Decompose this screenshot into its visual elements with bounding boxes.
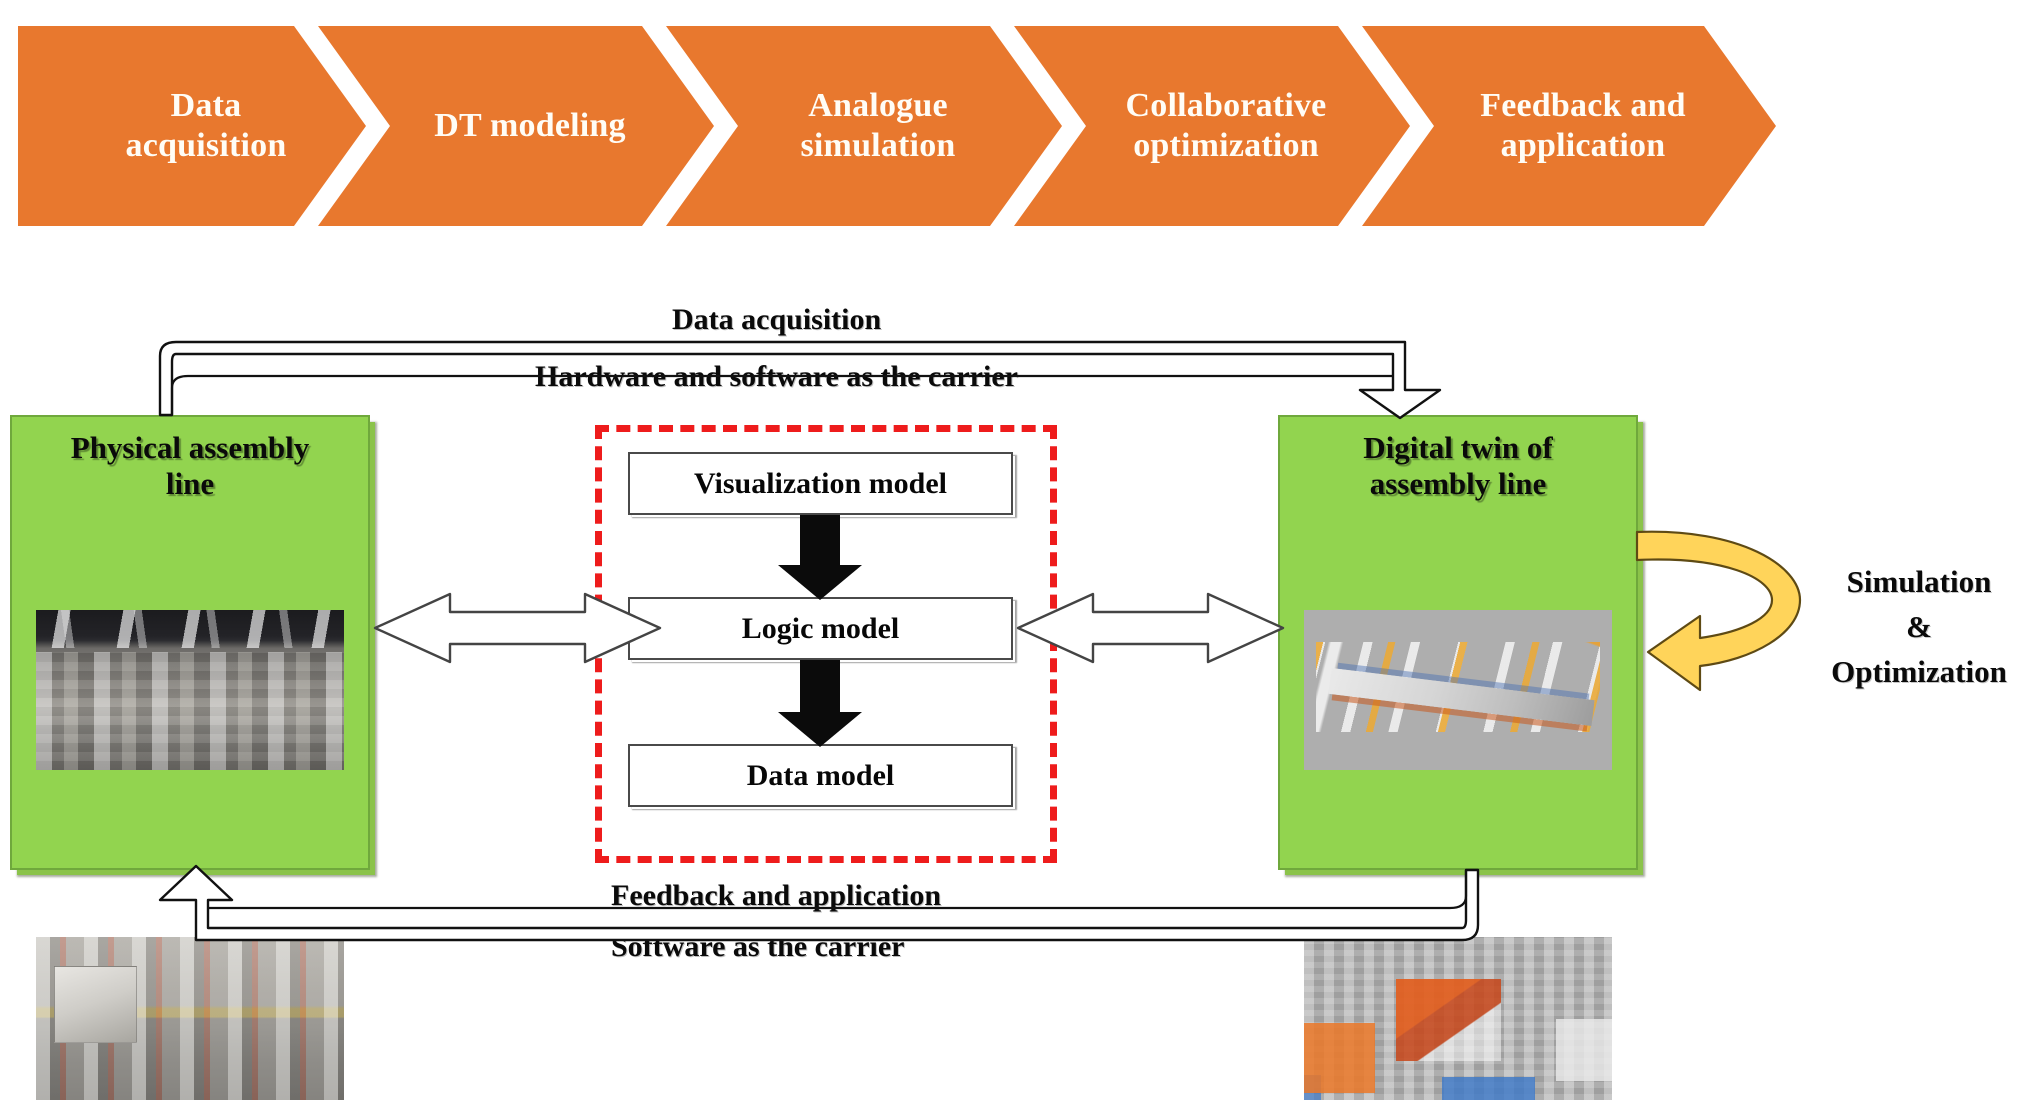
top-flow-label-primary: Data acquisition bbox=[672, 303, 882, 336]
process-step-analogue-simulation[interactable]: Analogue simulation bbox=[666, 26, 1062, 226]
top-flow-label-secondary: Hardware and software as the carrier bbox=[535, 360, 1018, 393]
diagram-canvas: Data acquisition DT modeling Analogue si… bbox=[0, 0, 2041, 1100]
robot-cell-photo bbox=[36, 936, 344, 1100]
process-step-label: Collaborative optimization bbox=[1125, 86, 1327, 164]
physical-assembly-line-box[interactable]: Physical assembly line bbox=[10, 415, 370, 1100]
physical-assembly-line-title: Physical assembly line bbox=[70, 430, 310, 501]
process-step-data-acquisition[interactable]: Data acquisition bbox=[18, 26, 366, 226]
process-step-label: DT modeling bbox=[434, 106, 626, 144]
data-model-label: Data model bbox=[746, 758, 895, 792]
process-banner: Data acquisition DT modeling Analogue si… bbox=[0, 26, 2041, 226]
process-step-collaborative-optimization[interactable]: Collaborative optimization bbox=[1014, 26, 1410, 226]
data-model-box[interactable]: Data model bbox=[628, 744, 1013, 807]
bottom-flow-label-primary: Feedback and application bbox=[611, 879, 942, 912]
model-to-twin-double-arrow bbox=[1016, 592, 1285, 664]
bottom-flow-label-secondary: Software as the carrier bbox=[611, 930, 905, 963]
process-step-feedback-application[interactable]: Feedback and application bbox=[1362, 26, 1776, 226]
simulation-optimization-label: Simulation & Optimization bbox=[1831, 564, 2007, 689]
simulation-optimization-loop-arrow bbox=[1635, 530, 1802, 692]
process-step-label: Feedback and application bbox=[1480, 86, 1686, 164]
factory-interior-photo bbox=[36, 609, 344, 770]
logic-model-label: Logic model bbox=[741, 611, 900, 645]
digital-twin-box[interactable]: Digital twin of assembly line bbox=[1278, 415, 1638, 1100]
visualization-model-label: Visualization model bbox=[693, 466, 948, 500]
logic-model-box[interactable]: Logic model bbox=[628, 597, 1013, 660]
process-step-label: Analogue simulation bbox=[800, 86, 956, 164]
digital-twin-line-render bbox=[1304, 609, 1612, 770]
visualization-model-box[interactable]: Visualization model bbox=[628, 452, 1013, 515]
process-step-label: Data acquisition bbox=[125, 86, 287, 164]
digital-twin-cell-render bbox=[1304, 936, 1612, 1100]
process-step-dt-modeling[interactable]: DT modeling bbox=[318, 26, 714, 226]
digital-twin-title: Digital twin of assembly line bbox=[1363, 430, 1553, 501]
